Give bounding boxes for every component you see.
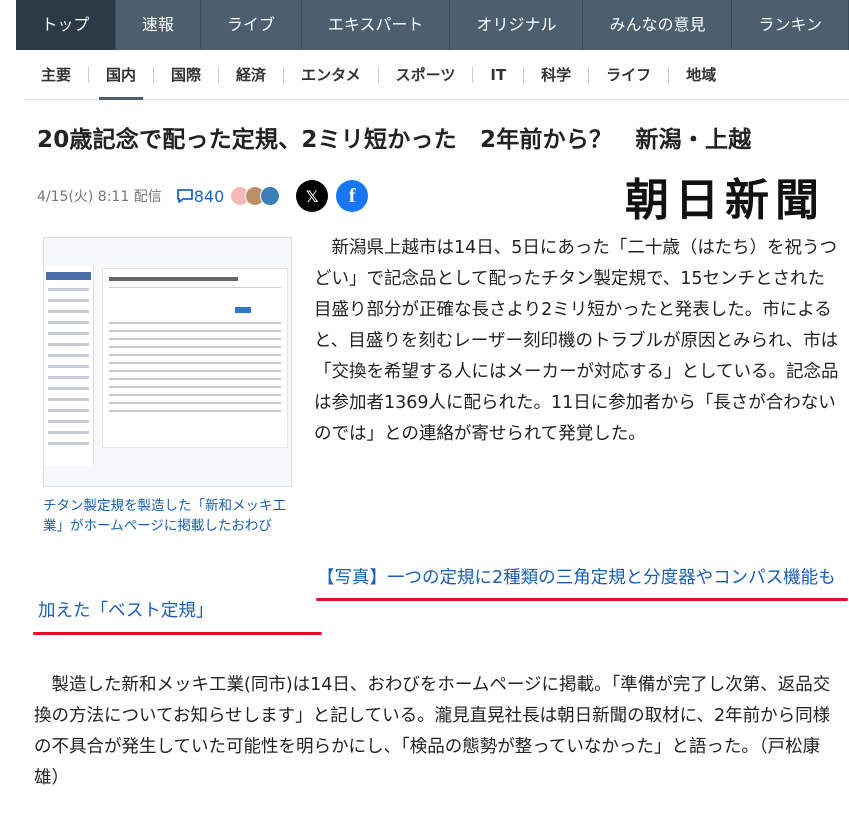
article-paragraph: 製造した新和メッキ工業(同市)は14日、おわびをホームページに掲載。「準備が完了… [34, 670, 839, 794]
tab-economy[interactable]: 経済 [219, 50, 283, 100]
facebook-icon[interactable]: f [336, 180, 369, 212]
share-buttons: 𝕏 f [296, 180, 369, 212]
paragraph-text: 製造した新和メッキ工業(同市)は14日、おわびをホームページに掲載。「準備が完了… [34, 675, 831, 788]
comment-link[interactable]: 840 [176, 186, 225, 206]
tab-sports[interactable]: スポーツ [379, 50, 473, 100]
avatar [260, 186, 281, 206]
tab-local[interactable]: 地域 [669, 50, 733, 100]
annotation-underline [33, 632, 322, 635]
comment-count: 840 [193, 186, 225, 206]
tab-international[interactable]: 国際 [154, 50, 218, 100]
speech-bubble-icon [176, 189, 193, 203]
tab-domestic[interactable]: 国内 [89, 50, 153, 100]
article-meta: 4/15(火) 8:11 配信 840 𝕏 f [37, 180, 369, 212]
annotation-underline [316, 598, 848, 601]
article-paragraph: 新潟県上越市は14日、5日にあった「二十歳（はたち）を祝うつどい」で記念品として… [314, 233, 839, 450]
publish-date: 4/15(火) 8:11 配信 [37, 189, 162, 205]
tab-science[interactable]: 科学 [524, 50, 588, 100]
article-image[interactable] [43, 237, 292, 487]
top-nav-item-live[interactable]: ライブ [201, 0, 302, 50]
publisher-logo[interactable]: 朝日新聞 [625, 164, 825, 228]
paragraph-text: 新潟県上越市は14日、5日にあった「二十歳（はたち）を祝うつどい」で記念品として… [314, 238, 839, 444]
top-nav: トップ 速報 ライブ エキスパート オリジナル みんなの意見 ランキン [16, 0, 849, 50]
top-nav-item-breaking[interactable]: 速報 [116, 0, 201, 50]
top-nav-item-expert[interactable]: エキスパート [302, 0, 451, 50]
tab-entertainment[interactable]: エンタメ [284, 50, 378, 100]
top-nav-item-original[interactable]: オリジナル [450, 0, 584, 50]
tab-main[interactable]: 主要 [24, 50, 88, 100]
image-caption[interactable]: チタン製定規を製造した「新和メッキ工業」がホームページに掲載したおわび [43, 496, 293, 536]
x-logo-icon[interactable]: 𝕏 [296, 180, 329, 212]
top-nav-item-ranking[interactable]: ランキン [732, 0, 849, 50]
image-sidebar-graphic [44, 266, 94, 466]
commenter-avatars [230, 186, 281, 206]
top-nav-item-top[interactable]: トップ [16, 0, 116, 50]
image-content-graphic [102, 268, 288, 448]
tab-it[interactable]: IT [473, 50, 523, 100]
top-nav-item-opinions[interactable]: みんなの意見 [583, 0, 733, 50]
photo-link[interactable]: 【写真】一つの定規に2種類の三角定規と分度器やコンパス機能も加えた「ベスト定規」 [38, 562, 849, 628]
tab-life[interactable]: ライフ [589, 50, 668, 100]
category-nav: 主要 国内 国際 経済 エンタメ スポーツ IT 科学 ライフ 地域 [24, 50, 849, 100]
article-title: 20歳記念で配った定規、2ミリ短かった 2年前から？ 新潟・上越 [37, 127, 752, 153]
